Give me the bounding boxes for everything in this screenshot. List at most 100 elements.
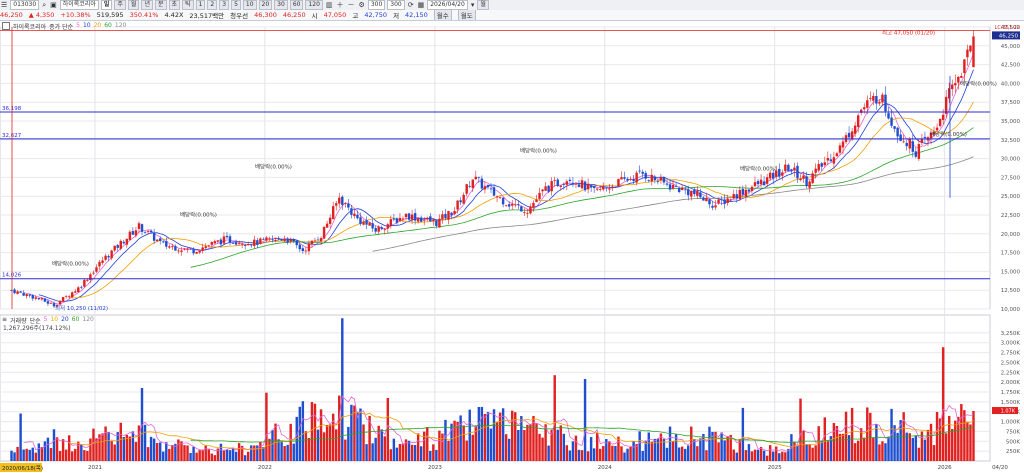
- candle-body: [359, 217, 362, 224]
- stock-code-input[interactable]: 013030: [10, 0, 40, 10]
- volume-bar: [483, 413, 487, 461]
- volume-bar: [668, 426, 672, 461]
- candle-body: [644, 173, 647, 179]
- volume-bar: [283, 446, 286, 461]
- candle-body: [162, 241, 165, 243]
- candle-body: [110, 250, 113, 259]
- candle-body: [908, 138, 911, 149]
- volume-bar: [735, 452, 738, 461]
- candle-body: [665, 183, 669, 185]
- candle-body: [213, 241, 217, 244]
- zoom-out-icon[interactable]: －: [347, 1, 356, 9]
- volume-bar: [289, 423, 292, 461]
- candle-body: [444, 213, 447, 219]
- candle-body: [629, 179, 632, 180]
- candle-body: [799, 178, 802, 181]
- volume-bar: [726, 436, 729, 461]
- volume-bar: [234, 451, 238, 461]
- sell-order-button[interactable]: 월수: [433, 10, 452, 20]
- candle-body: [131, 231, 135, 235]
- candle-body: [820, 163, 823, 167]
- candle-body: [498, 197, 502, 199]
- settings-icon[interactable]: ⚙: [358, 1, 366, 9]
- volume-tick-label: 1,500K: [1001, 400, 1021, 406]
- interval-20-button[interactable]: 20: [258, 0, 273, 10]
- candle-body: [432, 219, 435, 221]
- candle-body: [389, 219, 393, 226]
- volume-bar: [693, 438, 696, 461]
- volume-bar: [477, 407, 481, 461]
- lock-icon[interactable]: ▣: [49, 1, 58, 9]
- candle-body: [608, 188, 611, 190]
- volume-bar: [413, 445, 417, 461]
- period-day-button[interactable]: 일: [100, 0, 113, 10]
- volume-bar: [768, 445, 772, 461]
- period-month-button[interactable]: 월: [127, 0, 140, 10]
- candle-body: [656, 181, 660, 182]
- volume-bar: [52, 429, 56, 461]
- candle-body: [177, 250, 180, 252]
- period-week-button[interactable]: 주: [114, 0, 126, 10]
- volume-bar: [620, 446, 623, 461]
- volume-bar: [465, 440, 468, 461]
- candle-body: [605, 187, 608, 189]
- interval-1-button[interactable]: 1: [195, 0, 206, 10]
- candle-body: [890, 117, 893, 126]
- volume-tick-label: 1,750K: [1001, 390, 1021, 396]
- interval-120-button[interactable]: 120: [305, 0, 323, 10]
- search-icon[interactable]: ⌕: [41, 1, 47, 9]
- candle-body: [614, 186, 617, 188]
- interval-60-button[interactable]: 60: [289, 0, 304, 10]
- price-tick-label: 40,000: [1001, 81, 1021, 87]
- candle-body: [356, 214, 359, 219]
- interval-10-button[interactable]: 10: [242, 0, 257, 10]
- interval-5-button[interactable]: 5: [231, 0, 241, 10]
- candle-body: [453, 211, 456, 214]
- volume-bar: [201, 449, 204, 461]
- bar-count-input[interactable]: 300: [367, 0, 386, 10]
- zoom-in-icon[interactable]: ＋: [336, 1, 345, 9]
- period-year-button[interactable]: 년: [141, 0, 153, 10]
- volume-bar: [107, 431, 110, 461]
- open-price: 46,300: [254, 11, 277, 19]
- volume-bar: [447, 440, 450, 461]
- chart-type-icon[interactable]: ▥: [325, 1, 334, 9]
- interval-2-button[interactable]: 2: [207, 0, 218, 10]
- calendar-icon[interactable]: ▦: [417, 1, 426, 9]
- volume-bar: [495, 421, 499, 461]
- buy-order-button[interactable]: 월도: [457, 10, 476, 20]
- volume-bar: [301, 401, 305, 461]
- volume-bar: [250, 445, 253, 461]
- volume-bar: [811, 447, 814, 461]
- month-button[interactable]: 월: [477, 0, 489, 10]
- volume-bar: [814, 445, 817, 461]
- interval-30-button[interactable]: 30: [274, 0, 288, 10]
- candle-body: [623, 177, 626, 179]
- volume-bar: [492, 409, 496, 461]
- period-minute-button[interactable]: 분: [154, 0, 167, 10]
- candle-body: [49, 302, 53, 304]
- dropdown-icon[interactable]: ▾: [470, 1, 476, 9]
- horizontal-lines[interactable]: 36,19832,62714,026: [0, 27, 990, 309]
- menu-icon[interactable]: ☰: [0, 1, 8, 9]
- period-tick-button[interactable]: 틱: [182, 0, 194, 10]
- price-tick-label: 22,500: [1001, 213, 1021, 219]
- volume-bar: [626, 448, 629, 461]
- volume-bar: [656, 438, 660, 461]
- stock-name-field[interactable]: 하이록코리아: [59, 0, 99, 10]
- legend-ma60: 60: [104, 22, 112, 29]
- price-tick-label: 25,000: [1001, 194, 1021, 200]
- volume-bar: [850, 407, 854, 461]
- interval-3-button[interactable]: 3: [219, 0, 230, 10]
- candle-body: [350, 208, 353, 215]
- legend-checkbox[interactable]: [2, 22, 10, 30]
- date-input[interactable]: 2026/04/20: [427, 0, 468, 10]
- volume-bar: [380, 429, 383, 461]
- price-volume-chart[interactable]: 36,19832,62714,026 47,50045,00042,50040,…: [0, 21, 1024, 473]
- period-second-button[interactable]: 초: [168, 0, 181, 10]
- annotations: 최고 47,050 (01/20) 최저 10,250 (11/02) 배당락(0.…: [0, 25, 1020, 472]
- volume-tick-label: 2,000K: [1001, 380, 1021, 386]
- refresh-icon[interactable]: ⟳: [407, 1, 415, 9]
- volume-bar: [523, 430, 526, 461]
- candle-body: [556, 179, 559, 187]
